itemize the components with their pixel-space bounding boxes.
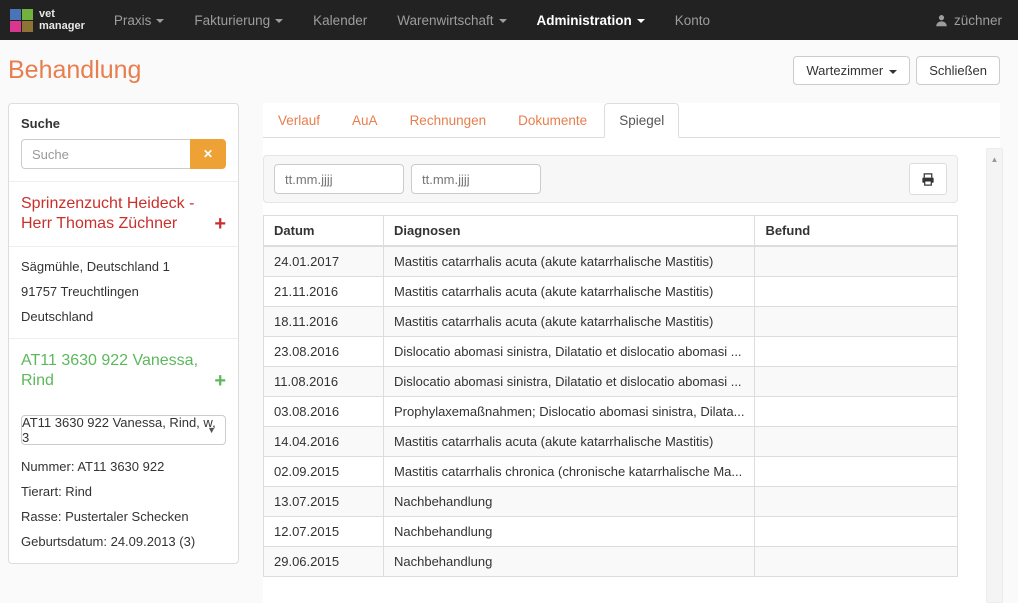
caret-down-icon xyxy=(275,19,283,23)
animal-detail-section: AT11 3630 922 Vanessa, Rind, w, 3 ▼ Numm… xyxy=(9,403,238,563)
brand-line-1: vet xyxy=(39,8,85,20)
search-label: Suche xyxy=(21,116,226,131)
add-animal-icon[interactable]: + xyxy=(214,371,226,391)
table-row[interactable]: 02.09.2015 Mastitis catarrhalis chronica… xyxy=(264,457,958,487)
diagnosis-table: Datum Diagnosen Befund 24.01.2017 Mastit… xyxy=(263,215,958,577)
main-content: VerlaufAuARechnungenDokumenteSpiegel Dat… xyxy=(263,103,1000,603)
table-row[interactable]: 13.07.2015 Nachbehandlung xyxy=(264,487,958,517)
search-input[interactable] xyxy=(21,139,190,169)
navbar-item-warenwirtschaft[interactable]: Warenwirtschaft xyxy=(382,0,521,40)
address-line: 91757 Treuchtlingen xyxy=(21,284,226,299)
navbar-menu: Praxis Fakturierung Kalender Warenwirtsc… xyxy=(99,0,725,40)
animal-select[interactable]: AT11 3630 922 Vanessa, Rind, w, 3 ▼ xyxy=(21,415,226,445)
table-row[interactable]: 29.06.2015 Nachbehandlung xyxy=(264,547,958,577)
caret-down-icon xyxy=(499,19,507,23)
tab-aua[interactable]: AuA xyxy=(337,103,393,138)
animal-details: Nummer: AT11 3630 922 Tierart: Rind Rasse:… xyxy=(21,459,226,549)
vetmanager-brand[interactable]: vet manager xyxy=(0,8,99,32)
header-buttons: Wartezimmer Schließen xyxy=(793,56,1000,85)
search-section: Suche ✕ xyxy=(9,104,238,181)
filter-bar xyxy=(263,155,958,203)
customer-link[interactable]: Sprinzenzucht Heideck - Herr Thomas Züch… xyxy=(21,194,208,234)
navbar-item-fakturierung[interactable]: Fakturierung xyxy=(179,0,298,40)
user-menu[interactable]: züchner xyxy=(935,13,1018,28)
animal-link[interactable]: AT11 3630 922 Vanessa, Rind xyxy=(21,351,208,391)
clear-search-button[interactable]: ✕ xyxy=(190,139,226,169)
vetmanager-logo-icon xyxy=(10,9,33,32)
tab-dokumente[interactable]: Dokumente xyxy=(503,103,602,138)
table-row[interactable]: 18.11.2016 Mastitis catarrhalis acuta (a… xyxy=(264,307,958,337)
table-header-row: Datum Diagnosen Befund xyxy=(264,216,958,247)
caret-down-icon xyxy=(889,70,897,74)
user-icon xyxy=(935,14,948,27)
animal-detail-line: Geburtsdatum: 24.09.2013 (3) xyxy=(21,534,226,549)
select-caret-icon: ▼ xyxy=(207,425,216,435)
add-customer-icon[interactable]: + xyxy=(214,214,226,234)
close-button[interactable]: Schließen xyxy=(916,56,1000,85)
wartezimmer-button[interactable]: Wartezimmer xyxy=(793,56,910,85)
animal-detail-line: Rasse: Pustertaler Schecken xyxy=(21,509,226,524)
table-row[interactable]: 11.08.2016 Dislocatio abomasi sinistra, … xyxy=(264,367,958,397)
customer-address: Sägmühle, Deutschland 1 91757 Treuchtling… xyxy=(9,246,238,338)
date-to-input[interactable] xyxy=(411,164,541,194)
scroll-up-icon: ▲ xyxy=(991,149,999,602)
vertical-scrollbar[interactable]: ▲ xyxy=(986,148,1003,603)
brand-text: vet manager xyxy=(39,8,85,32)
navbar-item-kalender[interactable]: Kalender xyxy=(298,0,382,40)
brand-line-2: manager xyxy=(39,20,85,32)
caret-down-icon xyxy=(156,19,164,23)
top-navbar: vet manager Praxis Fakturierung Kalender… xyxy=(0,0,1018,40)
animal-section: AT11 3630 922 Vanessa, Rind + xyxy=(9,338,238,403)
address-line: Deutschland xyxy=(21,309,226,324)
navbar-item-administration[interactable]: Administration xyxy=(522,0,660,40)
sidebar-panel: Suche ✕ Sprinzenzucht Heideck - Herr Tho… xyxy=(8,103,239,564)
column-header-diagnosen[interactable]: Diagnosen xyxy=(384,216,755,247)
table-body: 24.01.2017 Mastitis catarrhalis acuta (a… xyxy=(264,246,958,577)
page-title: Behandlung xyxy=(8,56,141,85)
tab-bar: VerlaufAuARechnungenDokumenteSpiegel xyxy=(263,103,1000,138)
printer-icon xyxy=(920,172,936,187)
date-from-input[interactable] xyxy=(274,164,404,194)
page-header: Behandlung Wartezimmer Schließen xyxy=(0,40,1018,99)
table-row[interactable]: 23.08.2016 Dislocatio abomasi sinistra, … xyxy=(264,337,958,367)
animal-detail-line: Tierart: Rind xyxy=(21,484,226,499)
caret-down-icon xyxy=(637,19,645,23)
x-icon: ✕ xyxy=(203,147,213,161)
search-input-group: ✕ xyxy=(21,139,226,169)
customer-section: Sprinzenzucht Heideck - Herr Thomas Züch… xyxy=(9,181,238,246)
tab-spiegel[interactable]: Spiegel xyxy=(604,103,679,138)
wartezimmer-label: Wartezimmer xyxy=(806,63,883,78)
navbar-item-konto[interactable]: Konto xyxy=(660,0,725,40)
navbar-item-praxis[interactable]: Praxis xyxy=(99,0,180,40)
print-button[interactable] xyxy=(909,163,947,195)
table-row[interactable]: 12.07.2015 Nachbehandlung xyxy=(264,517,958,547)
animal-detail-line: Nummer: AT11 3630 922 xyxy=(21,459,226,474)
user-name: züchner xyxy=(954,13,1002,28)
table-row[interactable]: 14.04.2016 Mastitis catarrhalis acuta (a… xyxy=(264,427,958,457)
column-header-befund[interactable]: Befund xyxy=(755,216,958,247)
table-row[interactable]: 21.11.2016 Mastitis catarrhalis acuta (a… xyxy=(264,277,958,307)
tab-rechnungen[interactable]: Rechnungen xyxy=(395,103,502,138)
address-line: Sägmühle, Deutschland 1 xyxy=(21,259,226,274)
table-row[interactable]: 03.08.2016 Prophylaxemaßnahmen; Dislocat… xyxy=(264,397,958,427)
tab-verlauf[interactable]: Verlauf xyxy=(263,103,335,138)
table-row[interactable]: 24.01.2017 Mastitis catarrhalis acuta (a… xyxy=(264,246,958,277)
column-header-datum[interactable]: Datum xyxy=(264,216,384,247)
animal-select-value: AT11 3630 922 Vanessa, Rind, w, 3 xyxy=(22,415,225,445)
